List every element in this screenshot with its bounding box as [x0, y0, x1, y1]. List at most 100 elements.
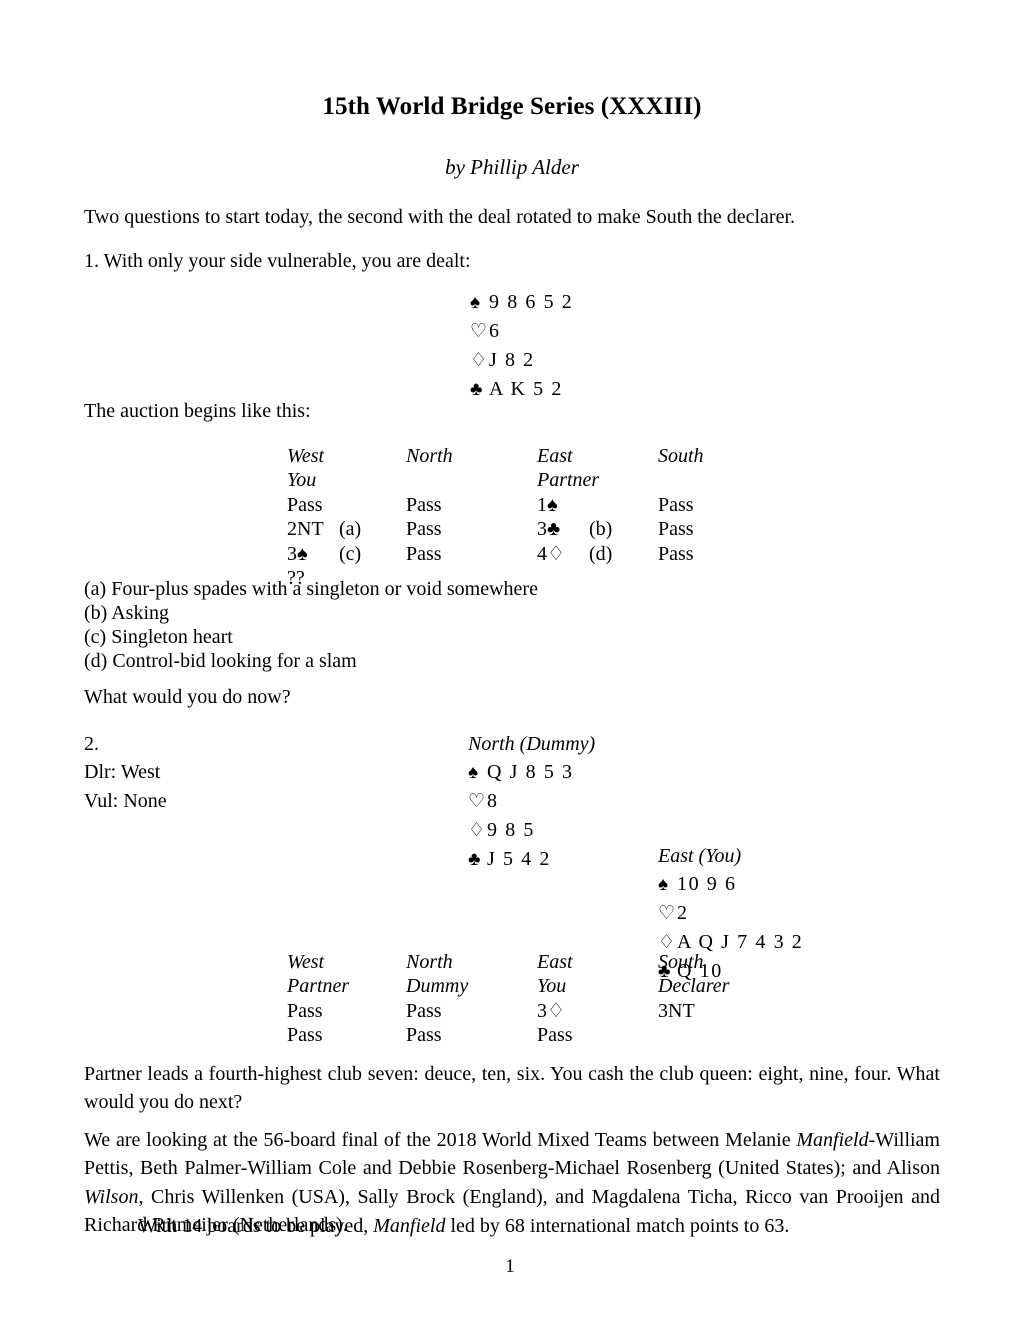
auction-bid-row: 3♠ (c) Pass 4♢ (d) Pass	[287, 543, 778, 567]
hand-row-spades: ♠ 9 8 6 5 2	[470, 288, 573, 317]
auction-bid-north: Pass	[406, 493, 442, 516]
north-clubs-cards: J 5 4 2	[487, 848, 551, 871]
north-spades-cards: Q J 8 5 3	[487, 761, 574, 784]
auction-bid-south: Pass	[658, 493, 694, 516]
auction-bid-east: Pass	[537, 1024, 573, 1047]
auction-bid-north: Pass	[406, 542, 442, 565]
hand-row-spades: ♠ Q J 8 5 3	[468, 758, 595, 787]
auction-bid-west: 2NT (a)	[287, 518, 406, 542]
byline: by Phillip Alder	[445, 155, 579, 179]
auction-bid-west: 3♠ (c)	[287, 543, 406, 567]
heart-icon: ♡	[658, 903, 676, 925]
question1-auction-table: West North East South You Partner Pass P…	[287, 445, 778, 591]
north-hearts-cards: 8	[487, 790, 499, 813]
spade-icon: ♠	[658, 874, 669, 896]
bid-value: 1♠	[537, 493, 558, 516]
auction-subheader-row: You Partner	[287, 469, 778, 493]
bid-value: Pass	[287, 493, 323, 516]
club-icon: ♣	[468, 849, 481, 871]
bid-value: 3♠	[287, 542, 308, 565]
hand-row-hearts: ♡6	[470, 317, 573, 346]
bid-annotation: (d)	[589, 542, 613, 565]
auction-bid-west: Pass	[287, 494, 406, 518]
hand-row-spades: ♠ 10 9 6	[658, 870, 803, 899]
diamond-icon: ♢	[468, 820, 486, 842]
bid-value: 4♢	[537, 542, 565, 565]
auction-bid-row: Pass Pass 1♠ Pass	[287, 494, 778, 518]
question2-play-description: Partner leads a fourth-highest club seve…	[84, 1063, 940, 1114]
auction-bid-south	[658, 1024, 778, 1048]
score-text-2: led by 68 international match points to …	[445, 1215, 790, 1237]
hand-hearts-cards: 6	[489, 319, 501, 342]
auction-bid-west: Pass	[287, 1024, 323, 1047]
auction-bid-east: 3♢	[537, 999, 565, 1022]
east-hand-label: East (You)	[658, 845, 742, 867]
bid-value: 3♣	[537, 518, 561, 541]
auction-bid-row: 2NT (a) Pass 3♣ (b) Pass	[287, 518, 778, 542]
auction-subheader-north: Dummy	[406, 975, 469, 998]
spade-icon: ♠	[470, 292, 481, 313]
question2-number: 2.	[84, 733, 99, 755]
auction-header-east: East	[537, 445, 573, 467]
hand-row-hearts: ♡8	[468, 787, 595, 816]
commentary-italic-manfield: Manfield	[796, 1129, 869, 1151]
heart-icon: ♡	[470, 320, 488, 342]
bid-value: 2NT	[287, 518, 324, 541]
document-page: 15th World Bridge Series (XXXIII) by Phi…	[0, 0, 1020, 1320]
score-paragraph: With 14 boards to be played, Manfield le…	[84, 1215, 940, 1237]
footnote-d: (d) Control-bid looking for a slam	[84, 650, 357, 672]
auction-header-west: West	[287, 445, 325, 467]
auction-bid-east: 4♢ (d)	[537, 543, 658, 567]
auction-header-north: North	[406, 445, 453, 467]
auction-bid-west: Pass	[287, 999, 323, 1022]
auction-subheader-south	[658, 469, 778, 493]
hand-spades-cards: 9 8 6 5 2	[489, 291, 574, 313]
north-hand-label: North (Dummy)	[468, 733, 596, 755]
hand-clubs-cards: A K 5 2	[489, 377, 563, 400]
auction-bid-east: 1♠	[537, 494, 658, 518]
hand-diamonds-cards: J 8 2	[489, 348, 535, 371]
auction-bid-east	[537, 567, 658, 591]
question1-closing-question: What would you do now?	[84, 686, 291, 708]
footnote-a: (a) Four-plus spades with a singleton or…	[84, 578, 538, 600]
footnote-b: (b) Asking	[84, 602, 169, 624]
auction-subheader-row: Partner Dummy You Declarer	[287, 975, 778, 999]
question2-auction-table: West North East South Partner Dummy You …	[287, 951, 778, 1049]
question2-vulnerability: Vul: None	[84, 789, 167, 812]
bid-annotation: (c)	[339, 542, 362, 565]
bid-annotation: (b)	[589, 518, 613, 541]
auction-bid-south: Pass	[658, 542, 694, 565]
auction-subheader-east: Partner	[537, 469, 600, 492]
club-icon: ♣	[470, 378, 483, 400]
spade-icon: ♠	[468, 762, 479, 784]
auction-subheader-west: Partner	[287, 975, 350, 998]
hand-row-clubs: ♣ A K 5 2	[470, 375, 573, 404]
auction-header-south: South	[658, 445, 704, 467]
auction-bid-east: 3♣ (b)	[537, 518, 658, 542]
page-number: 1	[505, 1256, 515, 1277]
hand-row-diamonds: ♢J 8 2	[470, 346, 573, 375]
auction-bid-south: Pass	[658, 518, 694, 541]
auction-bid-row: Pass Pass Pass	[287, 1024, 778, 1048]
auction-subheader-north	[406, 469, 537, 493]
auction-header-east: East	[537, 951, 573, 973]
score-italic-manfield: Manfield	[373, 1215, 446, 1237]
auction-bid-north: Pass	[406, 999, 442, 1022]
auction-header-row: West North East South	[287, 951, 778, 975]
heart-icon: ♡	[468, 791, 486, 813]
north-dummy-hand-diagram: North (Dummy) ♠ Q J 8 5 3 ♡8 ♢9 8 5 ♣ J 5 …	[468, 730, 595, 874]
hand-row-diamonds: ♢9 8 5	[468, 816, 595, 845]
auction-bid-south: 3NT	[658, 999, 695, 1022]
auction-bid-north: Pass	[406, 1024, 442, 1047]
intro-paragraph: Two questions to start today, the second…	[84, 206, 796, 229]
east-hearts-cards: 2	[677, 902, 689, 925]
question1-footnotes: (a) Four-plus spades with a singleton or…	[84, 578, 538, 674]
auction-header-west: West	[287, 951, 325, 973]
hand-row-clubs: ♣ J 5 4 2	[468, 845, 595, 874]
auction-bid-north: Pass	[406, 518, 442, 541]
question1-hand-diagram: ♠ 9 8 6 5 2 ♡6 ♢J 8 2 ♣ A K 5 2	[470, 288, 573, 404]
north-diamonds-cards: 9 8 5	[487, 819, 535, 842]
commentary-italic-wilson: Wilson	[84, 1185, 139, 1208]
document-content: 15th World Bridge Series (XXXIII) by Phi…	[84, 92, 940, 272]
footnote-c: (c) Singleton heart	[84, 626, 233, 648]
